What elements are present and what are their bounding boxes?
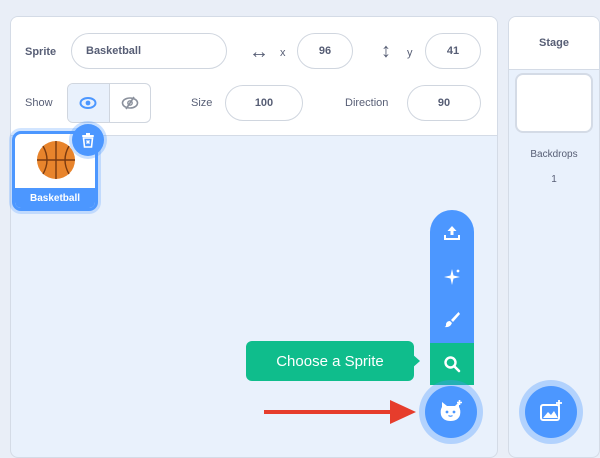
annotation-arrow-line (264, 410, 394, 414)
choose-backdrop-button[interactable] (525, 386, 577, 438)
direction-label: Direction (345, 97, 389, 109)
tooltip-arrow (411, 353, 420, 369)
direction-field[interactable]: 90 (407, 85, 481, 121)
choose-sprite-button[interactable] (425, 386, 477, 438)
visibility-toggle (67, 83, 151, 123)
sprite-tile-name: Basketball (15, 188, 95, 208)
stage-thumbnail[interactable] (515, 73, 593, 133)
show-hidden-button[interactable] (108, 84, 151, 122)
annotation-arrow-head (390, 400, 416, 424)
backdrops-count: 1 (551, 174, 557, 185)
paint-icon (444, 312, 460, 328)
y-position-icon: ↕ (381, 40, 391, 62)
surprise-sprite-button[interactable] (430, 258, 474, 296)
eye-icon (79, 97, 97, 109)
y-label: y (407, 47, 413, 59)
cat-icon (440, 400, 462, 421)
add-sprite-menu (430, 210, 474, 385)
sprite-pane: Sprite Basketball ↔ x 96 ↕ y 41 Show Siz… (10, 16, 498, 458)
search-icon (444, 356, 461, 373)
choose-sprite-tooltip: Choose a Sprite (246, 341, 414, 381)
trash-icon (82, 133, 94, 148)
surprise-icon (444, 269, 460, 285)
upload-icon (444, 226, 460, 240)
size-field[interactable]: 100 (225, 85, 303, 121)
backdrop-image-icon (540, 400, 562, 421)
show-visible-button[interactable] (68, 84, 109, 122)
backdrops-label: Backdrops (530, 149, 578, 160)
basketball-icon (37, 141, 75, 179)
paint-sprite-button[interactable] (430, 300, 474, 338)
delete-sprite-button[interactable] (72, 124, 104, 156)
sprite-name-field[interactable]: Basketball (71, 33, 227, 69)
x-label: x (280, 47, 286, 59)
x-position-icon: ↔ (249, 41, 269, 63)
sprite-info-panel: Sprite Basketball ↔ x 96 ↕ y 41 Show Siz… (11, 17, 497, 136)
y-position-field[interactable]: 41 (425, 33, 481, 69)
sprite-label: Sprite (25, 46, 57, 58)
choose-sprite-search-button[interactable] (430, 343, 474, 385)
x-position-field[interactable]: 96 (297, 33, 353, 69)
show-label: Show (25, 97, 53, 109)
upload-sprite-button[interactable] (430, 214, 474, 252)
size-label: Size (191, 97, 213, 109)
stage-title: Stage (509, 17, 599, 70)
eye-hidden-icon (121, 96, 139, 110)
